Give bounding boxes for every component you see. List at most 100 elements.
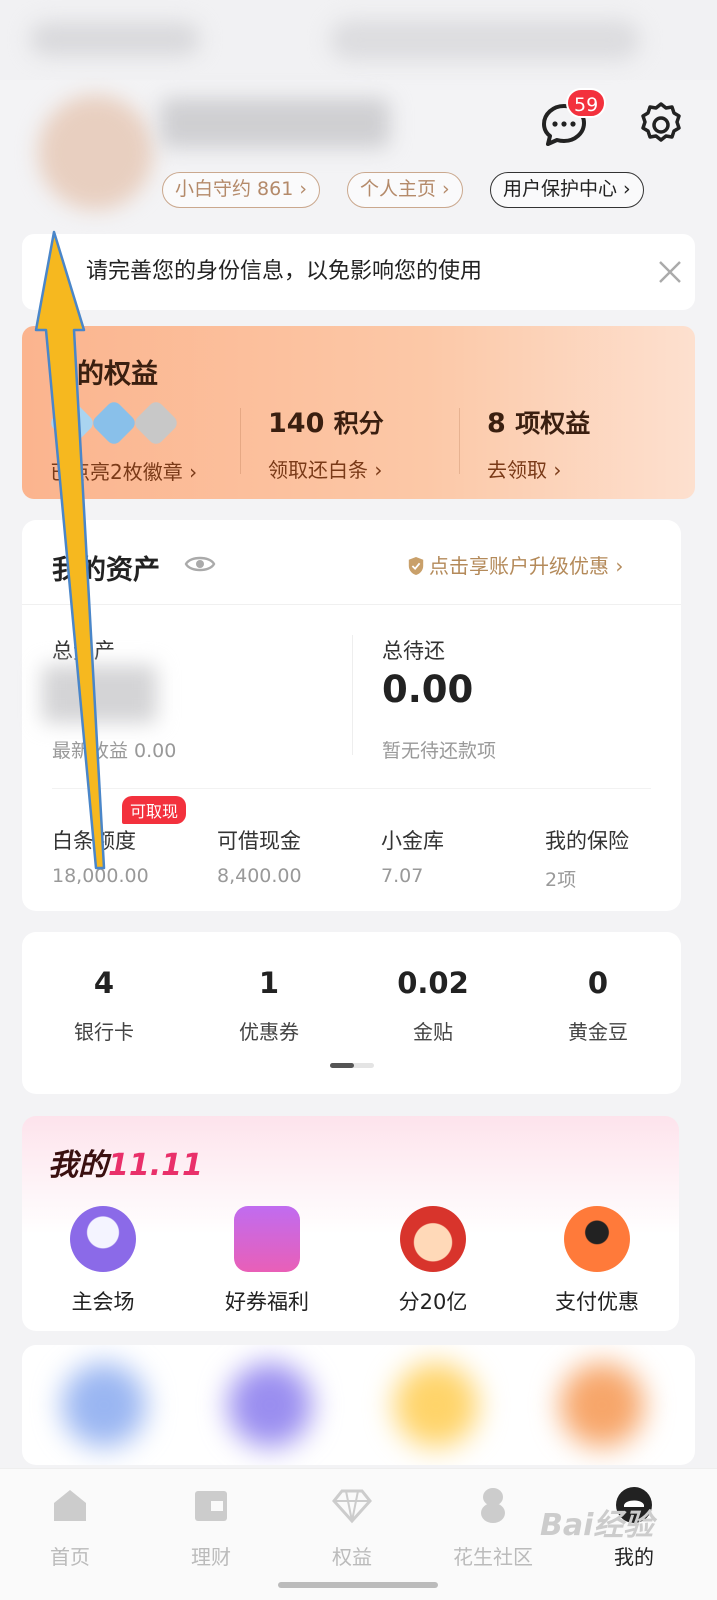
assets-card: 我的资产 点击享账户升级优惠 › 总资产 最新收益 0.00 总待还 0.00 … bbox=[22, 520, 681, 911]
blurred-service-icon[interactable] bbox=[394, 1363, 478, 1447]
watermark: Bai经验 bbox=[540, 1508, 654, 1543]
upgrade-text: 点击享账户升级优惠 › bbox=[429, 554, 624, 578]
top-bar bbox=[0, 0, 717, 80]
badges-link[interactable]: 已点亮2枚徽章 › bbox=[50, 456, 197, 485]
avatar[interactable] bbox=[38, 95, 153, 210]
close-icon[interactable] bbox=[654, 256, 686, 288]
promo-title-highlight: 11.11 bbox=[108, 1148, 203, 1183]
rights-card[interactable]: 我的权益 已点亮2枚徽章 › 140 积分 领取还白条 › 8 项权益 去领取 … bbox=[22, 326, 695, 499]
stat-bank-cards[interactable]: 4 银行卡 bbox=[24, 966, 184, 1045]
tab-label: 我的 bbox=[614, 1545, 654, 1569]
diamond-icon bbox=[332, 1489, 372, 1524]
promo-label: 主会场 bbox=[71, 1290, 135, 1314]
latest-income: 最新收益 0.00 bbox=[52, 740, 177, 762]
divider bbox=[352, 635, 353, 755]
asset-item-baitiao[interactable]: 白条额度 18,000.00 bbox=[52, 825, 149, 887]
credit-score-pill[interactable]: 小白守约 861 › bbox=[162, 172, 320, 208]
asset-item-vault[interactable]: 小金库 7.07 bbox=[381, 825, 444, 887]
stat-gold-subsidy[interactable]: 0.02 金贴 bbox=[353, 966, 513, 1045]
coupon-gift-icon bbox=[234, 1206, 300, 1272]
princess-mascot-icon bbox=[400, 1206, 466, 1272]
promo-title: 我的11.11 bbox=[48, 1140, 203, 1184]
badge-icon bbox=[47, 398, 97, 448]
blurred-services-row bbox=[22, 1345, 695, 1465]
asset-item-loan[interactable]: 可借现金 8,400.00 bbox=[217, 825, 302, 887]
total-assets-value bbox=[42, 665, 157, 723]
blurred-status-left bbox=[30, 22, 200, 56]
points-value: 140 bbox=[268, 408, 325, 439]
peanut-icon bbox=[481, 1488, 505, 1523]
badge-icon bbox=[89, 398, 139, 448]
tab-home[interactable]: 首页 bbox=[10, 1469, 130, 1570]
no-due-text: 暂无待还款项 bbox=[382, 740, 497, 762]
points-unit: 积分 bbox=[333, 409, 384, 438]
asset-item-value: 2项 bbox=[545, 869, 577, 891]
promo-split[interactable]: 分20亿 bbox=[368, 1206, 498, 1316]
points-section[interactable]: 140 积分 领取还白条 › bbox=[268, 404, 384, 483]
badge-icons bbox=[47, 398, 197, 448]
identity-notice[interactable]: 请完善您的身份信息，以免影响您的使用 bbox=[22, 234, 695, 310]
blurred-service-icon[interactable] bbox=[560, 1363, 644, 1447]
blurred-service-icon[interactable] bbox=[62, 1363, 146, 1447]
tab-community[interactable]: 花生社区 bbox=[433, 1469, 553, 1570]
blurred-service-icon[interactable] bbox=[228, 1363, 312, 1447]
stat-value: 4 bbox=[93, 966, 115, 1000]
personal-home-pill[interactable]: 个人主页 › bbox=[347, 172, 463, 208]
stat-value: 0 bbox=[587, 966, 609, 1000]
promo-label: 支付优惠 bbox=[555, 1290, 639, 1314]
stat-label: 金贴 bbox=[413, 1020, 453, 1044]
stat-label: 优惠券 bbox=[239, 1020, 299, 1044]
promo-payment[interactable]: 支付优惠 bbox=[532, 1206, 662, 1316]
user-name bbox=[160, 98, 390, 148]
divider bbox=[22, 604, 681, 605]
home-icon bbox=[54, 1490, 86, 1521]
page-indicator bbox=[330, 1063, 374, 1068]
benefits-link[interactable]: 去领取 › bbox=[487, 454, 590, 483]
message-count-badge: 59 bbox=[566, 88, 607, 118]
tab-finance[interactable]: 理财 bbox=[151, 1469, 271, 1570]
points-link[interactable]: 领取还白条 › bbox=[268, 454, 384, 483]
promo-title-prefix: 我的 bbox=[48, 1148, 108, 1183]
account-upgrade-link[interactable]: 点击享账户升级优惠 › bbox=[407, 550, 623, 579]
stats-card: 4 银行卡 1 优惠券 0.02 金贴 0 黄金豆 bbox=[22, 932, 681, 1094]
divider bbox=[459, 408, 460, 474]
total-due-label: 总待还 bbox=[382, 639, 445, 663]
blurred-search-box[interactable] bbox=[330, 20, 640, 60]
tab-label: 花生社区 bbox=[453, 1545, 533, 1569]
stat-gold-beans[interactable]: 0 黄金豆 bbox=[518, 966, 678, 1045]
cash-out-tag: 可取现 bbox=[122, 796, 187, 824]
asset-item-value: 8,400.00 bbox=[217, 865, 302, 887]
total-due-value: 0.00 bbox=[382, 668, 474, 711]
tab-rights[interactable]: 权益 bbox=[292, 1469, 412, 1570]
benefits-section[interactable]: 8 项权益 去领取 › bbox=[487, 404, 590, 483]
tab-label: 首页 bbox=[50, 1545, 90, 1569]
divider bbox=[52, 788, 651, 789]
promo-card: 我的11.11 主会场 好券福利 分20亿 支付优惠 bbox=[22, 1116, 679, 1331]
notice-icon bbox=[56, 260, 64, 284]
duck-mascot-icon bbox=[70, 1206, 136, 1272]
home-indicator[interactable] bbox=[278, 1582, 438, 1588]
sunglasses-mascot-icon bbox=[564, 1206, 630, 1272]
asset-item-insurance[interactable]: 我的保险 2项 bbox=[545, 825, 629, 892]
rights-title: 我的权益 bbox=[50, 359, 158, 390]
tab-label: 权益 bbox=[332, 1545, 372, 1569]
asset-item-label: 可借现金 bbox=[217, 829, 301, 853]
assets-title: 我的资产 bbox=[52, 555, 160, 586]
promo-coupons[interactable]: 好券福利 bbox=[202, 1206, 332, 1316]
user-protection-pill[interactable]: 用户保护中心 › bbox=[490, 172, 644, 208]
asset-item-value: 7.07 bbox=[381, 865, 424, 887]
asset-item-label: 白条额度 bbox=[52, 829, 136, 853]
badges-section[interactable]: 已点亮2枚徽章 › bbox=[47, 398, 197, 485]
tab-label: 理财 bbox=[191, 1545, 231, 1569]
stat-coupons[interactable]: 1 优惠券 bbox=[189, 966, 349, 1045]
shield-icon bbox=[408, 557, 424, 575]
gear-icon[interactable] bbox=[636, 100, 686, 150]
stat-value: 1 bbox=[258, 966, 280, 1000]
divider bbox=[240, 408, 241, 474]
stat-label: 黄金豆 bbox=[568, 1020, 628, 1044]
notice-text: 请完善您的身份信息，以免影响您的使用 bbox=[86, 259, 483, 284]
eye-icon[interactable] bbox=[184, 552, 216, 576]
stat-value: 0.02 bbox=[397, 966, 469, 1000]
benefits-unit: 项权益 bbox=[515, 409, 591, 438]
promo-main-venue[interactable]: 主会场 bbox=[38, 1206, 168, 1316]
